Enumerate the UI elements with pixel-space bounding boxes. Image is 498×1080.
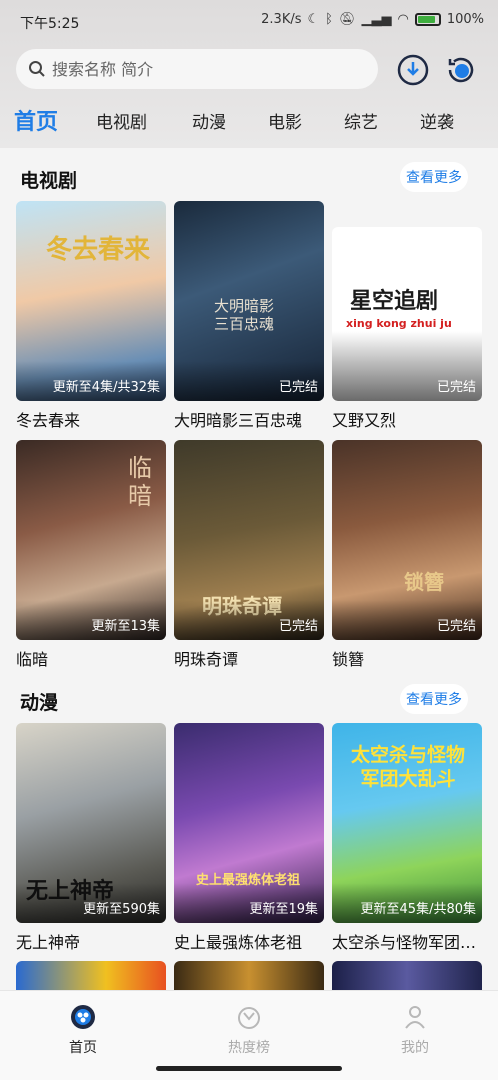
status-bar: 下午5:25 2.3K/s ☾ ᛒ 🔕︎ ▁▃▅ ◠ 100% <box>0 0 498 42</box>
episode-badge: 更新至4集/共32集 <box>52 380 160 395</box>
poster-image: 冬去春来 更新至4集/共32集 <box>16 201 166 401</box>
more-button-tv[interactable]: 查看更多 <box>400 162 468 192</box>
tab-movie[interactable]: 电影 <box>268 108 302 133</box>
status-time: 下午5:25 <box>20 16 80 32</box>
video-card[interactable]: 大明暗影三百忠魂 已完结 大明暗影三百忠魂 <box>174 201 324 431</box>
video-card[interactable]: 明珠奇谭 已完结 明珠奇谭 <box>174 440 324 670</box>
history-icon[interactable] <box>444 53 478 87</box>
net-speed: 2.3K/s <box>261 12 302 27</box>
poster-image: 星空追剧 xing kong zhui ju 已完结 <box>332 201 482 401</box>
video-card[interactable] <box>332 961 482 991</box>
video-title: 太空杀与怪物军团大乱斗 <box>332 933 482 952</box>
poster-title: 冬去春来 <box>46 235 151 265</box>
signal-icon: ▁▃▅ <box>361 12 392 27</box>
section-title-anime: 动漫 <box>20 692 59 714</box>
nav-home[interactable]: 首页 <box>33 1003 133 1057</box>
category-tabs: 首页 电视剧 动漫 电影 综艺 逆袭 <box>0 100 498 140</box>
poster-image <box>16 961 166 991</box>
video-card[interactable]: 锁簪 已完结 锁簪 <box>332 440 482 670</box>
wifi-icon: ◠ <box>397 12 409 27</box>
poster-image: 太空杀与怪物军团大乱斗 更新至45集/共80集 <box>332 723 482 923</box>
video-title: 冬去春来 <box>16 411 81 430</box>
episode-badge: 更新至19集 <box>249 902 318 917</box>
poster-image: 无上神帝 更新至590集 <box>16 723 166 923</box>
episode-badge: 更新至13集 <box>91 619 160 634</box>
tab-comeback[interactable]: 逆袭 <box>420 108 454 133</box>
nav-mine-label: 我的 <box>401 1040 429 1056</box>
poster-title: 星空追剧 <box>350 288 439 314</box>
episode-badge: 更新至590集 <box>83 902 160 917</box>
video-card[interactable] <box>16 961 166 991</box>
video-card[interactable]: 星空追剧 xing kong zhui ju 已完结 又野又烈 <box>332 201 482 431</box>
search-icon <box>29 61 45 77</box>
poster-title: 临暗 <box>128 454 152 510</box>
status-right: 2.3K/s ☾ ᛒ 🔕︎ ▁▃▅ ◠ 100% <box>261 12 484 27</box>
hot-rank-icon <box>238 1007 260 1029</box>
nav-home-label: 首页 <box>69 1040 97 1056</box>
battery-percent: 100% <box>446 12 484 27</box>
poster-image: 临暗 更新至13集 <box>16 440 166 640</box>
poster-image: 明珠奇谭 已完结 <box>174 440 324 640</box>
search-bar[interactable] <box>16 49 378 89</box>
search-input[interactable] <box>52 59 352 79</box>
episode-badge: 已完结 <box>436 619 476 634</box>
more-button-anime[interactable]: 查看更多 <box>400 684 468 714</box>
mute-icon: 🔕︎ <box>338 12 356 27</box>
bluetooth-icon: ᛒ <box>325 12 333 27</box>
video-card[interactable]: 无上神帝 更新至590集 无上神帝 <box>16 723 166 953</box>
nav-mine[interactable]: 我的 <box>365 1003 465 1057</box>
video-card[interactable]: 史上最强炼体老祖 更新至19集 史上最强炼体老祖 <box>174 723 324 953</box>
poster-image <box>174 961 324 991</box>
video-title: 又野又烈 <box>332 411 397 430</box>
tab-variety[interactable]: 综艺 <box>344 108 378 133</box>
poster-image: 锁簪 已完结 <box>332 440 482 640</box>
episode-badge: 更新至45集/共80集 <box>360 902 476 917</box>
poster-subtitle: xing kong zhui ju <box>346 317 452 330</box>
tab-anime[interactable]: 动漫 <box>192 108 226 133</box>
video-card[interactable]: 太空杀与怪物军团大乱斗 更新至45集/共80集 太空杀与怪物军团大乱斗 <box>332 723 482 953</box>
episode-badge: 已完结 <box>278 619 318 634</box>
video-card[interactable] <box>174 961 324 991</box>
video-card[interactable]: 临暗 更新至13集 临暗 <box>16 440 166 670</box>
tab-tv[interactable]: 电视剧 <box>96 108 147 133</box>
moon-icon: ☾ <box>307 12 320 27</box>
video-card[interactable]: 冬去春来 更新至4集/共32集 冬去春来 <box>16 201 166 431</box>
poster-image <box>332 961 482 991</box>
poster-title: 大明暗影三百忠魂 <box>214 297 275 333</box>
video-title: 临暗 <box>16 650 49 669</box>
video-title: 明珠奇谭 <box>174 650 239 669</box>
home-icon <box>71 1005 95 1029</box>
poster-image: 史上最强炼体老祖 更新至19集 <box>174 723 324 923</box>
section-title-tv: 电视剧 <box>20 170 78 192</box>
poster-image: 大明暗影三百忠魂 已完结 <box>174 201 324 401</box>
download-icon[interactable] <box>396 53 430 87</box>
nav-hot-rank-label: 热度榜 <box>228 1040 270 1056</box>
battery-icon <box>414 13 441 26</box>
video-title: 无上神帝 <box>16 933 81 952</box>
episode-badge: 已完结 <box>436 380 476 395</box>
video-title: 锁簪 <box>332 650 365 669</box>
poster-title: 太空杀与怪物军团大乱斗 <box>350 744 465 790</box>
profile-icon <box>405 1006 425 1029</box>
episode-badge: 已完结 <box>278 380 318 395</box>
nav-hot-rank[interactable]: 热度榜 <box>199 1003 299 1057</box>
home-indicator[interactable] <box>156 1066 342 1071</box>
poster-title: 锁簪 <box>404 570 444 594</box>
video-title: 史上最强炼体老祖 <box>174 933 303 952</box>
tab-home[interactable]: 首页 <box>14 104 58 136</box>
video-title: 大明暗影三百忠魂 <box>174 411 303 430</box>
